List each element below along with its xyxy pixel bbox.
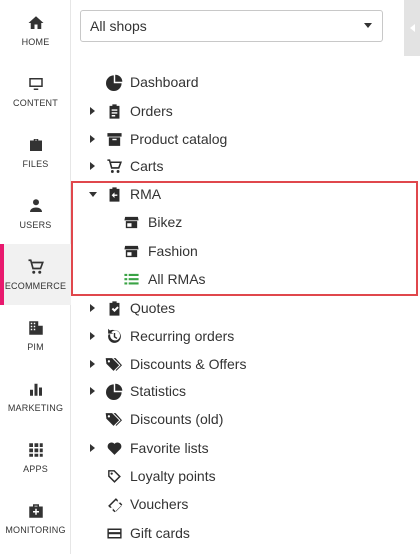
- nav-item-content[interactable]: CONTENT: [0, 61, 71, 122]
- tree-item-label: Product catalog: [130, 131, 228, 147]
- tree-item-label: Statistics: [130, 383, 187, 399]
- nav-item-apps[interactable]: APPS: [0, 427, 71, 488]
- tree-item-label: All RMAs: [148, 271, 206, 287]
- nav-item-label: PIM: [27, 342, 44, 352]
- ticket-icon: [105, 495, 123, 513]
- nav-item-files[interactable]: FILES: [0, 122, 71, 183]
- nav-item-label: USERS: [19, 220, 52, 230]
- building-icon: [27, 319, 45, 337]
- tree-item-vouchers[interactable]: Vouchers: [72, 491, 404, 517]
- tree-item-label: Orders: [130, 103, 173, 119]
- tree-item-label: Discounts & Offers: [130, 356, 247, 372]
- pie-chart-icon: [105, 73, 123, 91]
- tree-item-discounts-old[interactable]: Discounts (old): [72, 406, 404, 432]
- tree-item-orders[interactable]: Orders: [72, 98, 404, 124]
- tree-item-carts[interactable]: Carts: [72, 153, 404, 179]
- collapse-panel-button[interactable]: [404, 0, 420, 56]
- medkit-icon: [27, 502, 45, 520]
- user-icon: [27, 197, 45, 215]
- pie-chart-icon: [105, 382, 123, 400]
- nav-item-label: ECOMMERCE: [4, 281, 67, 291]
- tree-item-label: Fashion: [148, 243, 198, 259]
- monitor-icon: [27, 75, 45, 93]
- archive-box-icon: [105, 130, 123, 148]
- chevron-down-icon: [364, 23, 372, 28]
- tree-item-recurring-orders[interactable]: Recurring orders: [72, 323, 404, 349]
- nav-item-ecommerce[interactable]: ECOMMERCE: [0, 244, 71, 305]
- shop-icon: [122, 213, 140, 231]
- cart-icon: [27, 258, 45, 276]
- nav-item-home[interactable]: HOME: [0, 0, 71, 61]
- nav-item-monitoring[interactable]: MONITORING: [0, 488, 71, 549]
- tree-item-favorite-lists[interactable]: Favorite lists: [72, 435, 404, 461]
- nav-item-pim[interactable]: PIM: [0, 305, 71, 366]
- list-icon: [122, 270, 140, 288]
- tree-item-all-rmas[interactable]: All RMAs: [72, 266, 404, 292]
- tree-item-rma[interactable]: RMA: [72, 181, 404, 207]
- nav-item-label: FILES: [22, 159, 49, 169]
- tree-item-label: Carts: [130, 158, 164, 174]
- nav-item-label: HOME: [21, 37, 50, 47]
- tree-item-fashion[interactable]: Fashion: [72, 238, 404, 264]
- clipboard-check-icon: [105, 299, 123, 317]
- tree-item-label: Dashboard: [130, 74, 199, 90]
- heart-icon: [105, 439, 123, 457]
- nav-item-marketing[interactable]: MARKETING: [0, 366, 71, 427]
- tree-item-dashboard[interactable]: Dashboard: [72, 69, 404, 95]
- expand-arrow-icon[interactable]: [90, 135, 95, 143]
- tree-item-label: Vouchers: [130, 496, 189, 512]
- expand-arrow-icon[interactable]: [90, 107, 95, 115]
- tag-outline-icon: [105, 467, 123, 485]
- tree-item-loyalty-points[interactable]: Loyalty points: [72, 463, 404, 489]
- expand-arrow-icon[interactable]: [90, 304, 95, 312]
- expand-arrow-icon[interactable]: [90, 332, 95, 340]
- main-nav-rail: HOME CONTENT FILES USERS ECOMMERCE PIM M…: [0, 0, 71, 554]
- tree-item-gift-cards[interactable]: Gift cards: [72, 520, 404, 546]
- bar-chart-icon: [27, 380, 45, 398]
- expand-arrow-icon[interactable]: [90, 360, 95, 368]
- nav-item-label: CONTENT: [13, 98, 58, 108]
- tree-item-statistics[interactable]: Statistics: [72, 378, 404, 404]
- nav-item-label: MARKETING: [7, 403, 64, 413]
- shop-select-dropdown[interactable]: All shops: [80, 10, 383, 42]
- tree-item-label: Bikez: [148, 214, 183, 230]
- nav-item-label: MONITORING: [5, 525, 66, 535]
- cart-icon: [105, 157, 123, 175]
- gift-card-icon: [105, 524, 123, 542]
- nav-item-label: APPS: [23, 464, 48, 474]
- clipboard-list-icon: [105, 102, 123, 120]
- tree-item-label: Discounts (old): [130, 411, 224, 427]
- expand-arrow-icon[interactable]: [90, 444, 95, 452]
- tree-item-bikez[interactable]: Bikez: [72, 209, 404, 235]
- shop-select-value: All shops: [90, 18, 147, 34]
- tree-item-quotes[interactable]: Quotes: [72, 295, 404, 321]
- expand-arrow-icon[interactable]: [90, 162, 95, 170]
- shop-icon: [122, 242, 140, 260]
- home-icon: [27, 14, 45, 32]
- tree-item-label: Favorite lists: [130, 440, 209, 456]
- tree-item-label: Gift cards: [130, 525, 190, 541]
- history-clock-icon: [105, 327, 123, 345]
- tree-item-label: Quotes: [130, 300, 176, 316]
- collapse-arrow-icon[interactable]: [89, 191, 97, 197]
- grid-icon: [27, 441, 45, 459]
- tags-icon: [104, 410, 122, 428]
- return-clipboard-icon: [105, 185, 123, 203]
- chevron-left-icon: [409, 24, 415, 32]
- tags-icon: [104, 355, 122, 373]
- expand-arrow-icon[interactable]: [90, 387, 95, 395]
- tree-item-label: Loyalty points: [130, 468, 216, 484]
- tree-item-label: RMA: [130, 186, 162, 202]
- tree-item-label: Recurring orders: [130, 328, 235, 344]
- briefcase-icon: [27, 136, 45, 154]
- tree-item-product-catalog[interactable]: Product catalog: [72, 126, 404, 152]
- tree-item-discounts-offers[interactable]: Discounts & Offers: [72, 351, 404, 377]
- nav-item-users[interactable]: USERS: [0, 183, 71, 244]
